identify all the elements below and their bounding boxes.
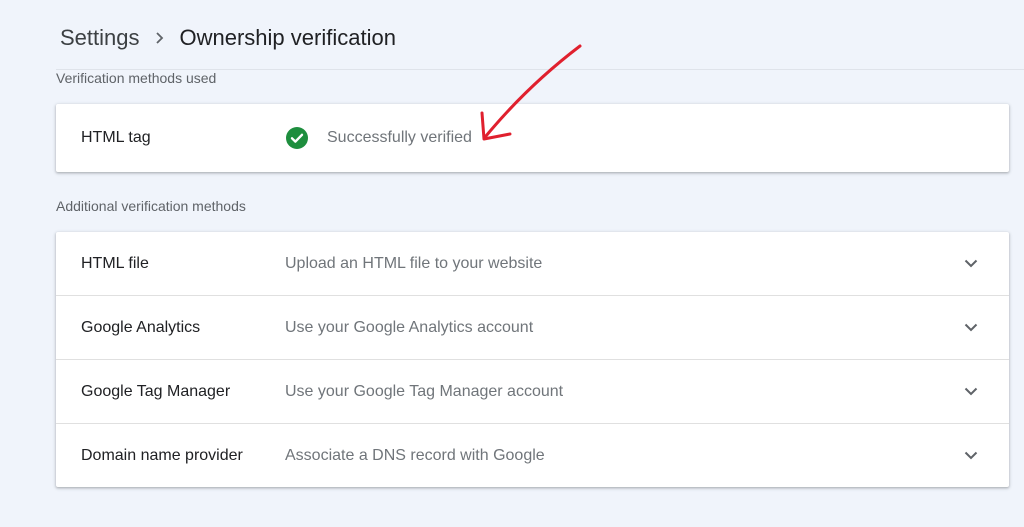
method-row-domain-name-provider[interactable]: Domain name provider Associate a DNS rec… [56,424,1009,487]
page-title: Ownership verification [179,25,396,50]
check-circle-icon [286,127,308,149]
method-description: Associate a DNS record with Google [285,446,545,464]
breadcrumb-settings-link[interactable]: Settings [60,25,140,51]
method-description: Upload an HTML file to your website [285,254,543,272]
method-name: HTML file [81,254,149,272]
method-row-google-tag-manager[interactable]: Google Tag Manager Use your Google Tag M… [56,360,1009,424]
additional-methods-label: Additional verification methods [56,198,246,214]
additional-methods-card: HTML file Upload an HTML file to your we… [56,232,1009,487]
expand-chevron-down-icon[interactable] [963,320,979,336]
method-description: Use your Google Analytics account [285,318,534,336]
expand-chevron-down-icon[interactable] [963,256,979,272]
method-description: Use your Google Tag Manager account [285,382,564,400]
method-row-google-analytics[interactable]: Google Analytics Use your Google Analyti… [56,296,1009,360]
method-name: Google Analytics [81,318,201,336]
expand-chevron-down-icon[interactable] [963,384,979,400]
method-name: Domain name provider [81,446,243,464]
method-name: Google Tag Manager [81,382,231,400]
method-row-html-file[interactable]: HTML file Upload an HTML file to your we… [56,232,1009,296]
expand-chevron-down-icon[interactable] [963,448,979,464]
verification-status: Successfully verified [327,129,472,146]
used-methods-label: Verification methods used [56,70,217,86]
verified-method-name: HTML tag [81,129,151,146]
breadcrumb: Settings Ownership verification [60,22,396,54]
annotation-arrow-icon [480,44,582,141]
chevron-right-icon [154,31,166,45]
